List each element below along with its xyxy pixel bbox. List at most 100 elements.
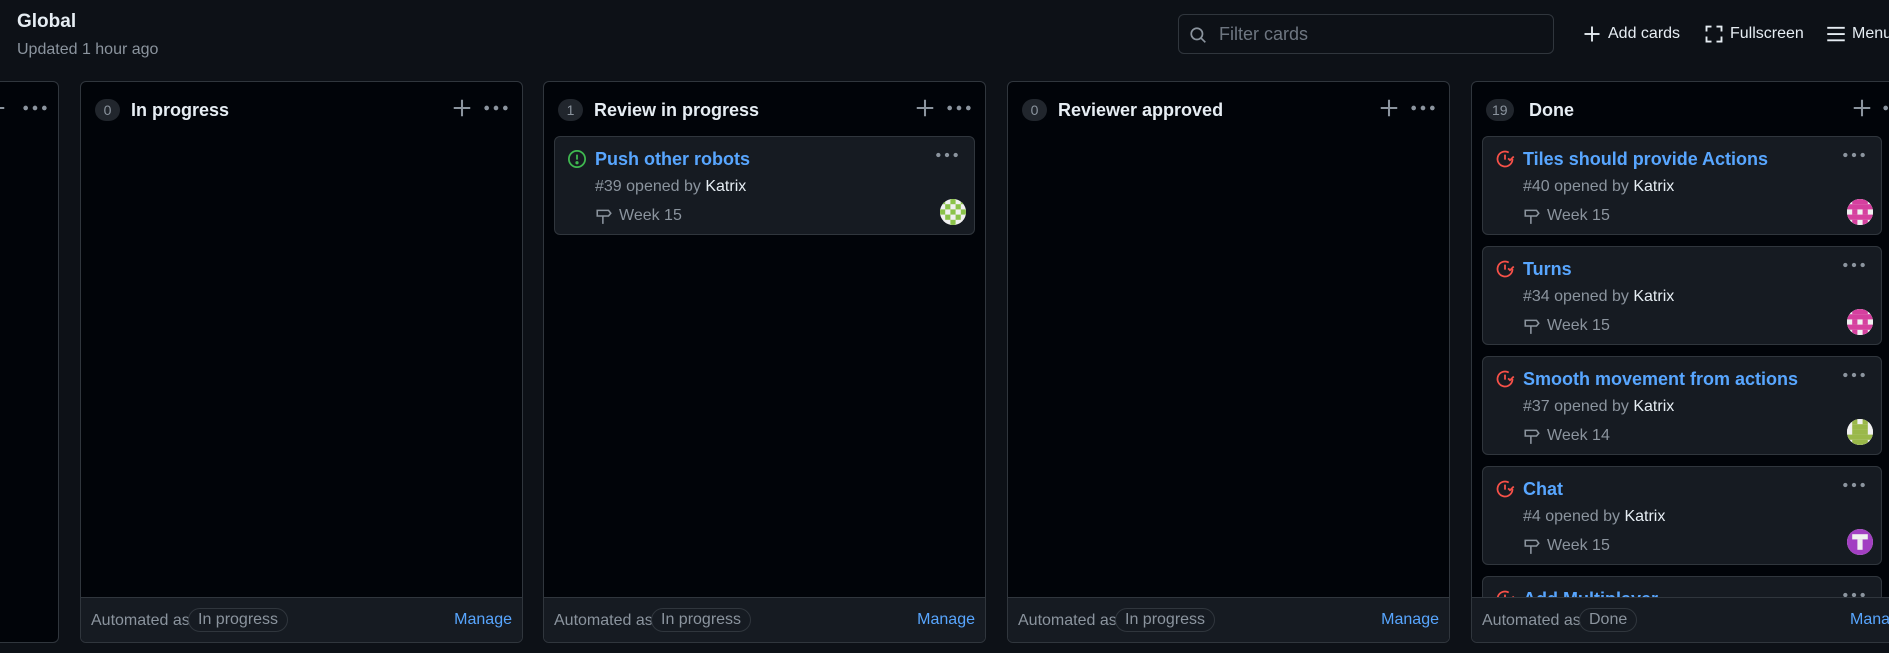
- milestone[interactable]: Week 15: [1523, 535, 1610, 557]
- more-options-icon[interactable]: [945, 97, 973, 119]
- column-title: Review in progress: [594, 100, 760, 120]
- card-meta: #40 opened by Katrix: [1523, 178, 1674, 196]
- automated-as-label: Automated as: [554, 612, 653, 629]
- add-cards-button[interactable]: Add cards: [1582, 22, 1680, 46]
- more-options-icon[interactable]: [1841, 145, 1867, 165]
- card-title-link[interactable]: Turns: [1523, 259, 1572, 280]
- more-options-icon[interactable]: [1841, 365, 1867, 385]
- more-options-icon[interactable]: [482, 97, 510, 119]
- card-meta: #34 opened by Katrix: [1523, 288, 1674, 306]
- milestone-label: Week 14: [1547, 427, 1610, 444]
- column-header: 19 Done: [1472, 82, 1889, 134]
- milestone-icon: [1524, 319, 1540, 334]
- fullscreen-button[interactable]: Fullscreen: [1704, 22, 1804, 46]
- menu-button[interactable]: Menu: [1826, 22, 1889, 46]
- card-title-link[interactable]: Push other robots: [595, 149, 750, 170]
- issue-card[interactable]: Chat #4 opened by Katrix Week 15: [1482, 466, 1882, 565]
- column-footer: Automated as Done Manage: [1472, 597, 1889, 642]
- milestone-icon: [596, 209, 612, 224]
- column-in-progress: 0 In progress Automated as In progress M…: [80, 81, 523, 643]
- plus-icon[interactable]: [914, 97, 936, 119]
- automated-as-label: Automated as: [91, 612, 190, 629]
- column-header: 0 Reviewer approved: [1008, 82, 1449, 134]
- plus-icon[interactable]: [0, 97, 7, 119]
- card-meta: #4 opened by Katrix: [1523, 508, 1665, 526]
- card-title-link[interactable]: Tiles should provide Actions: [1523, 149, 1768, 170]
- card-title-link[interactable]: Smooth movement from actions: [1523, 369, 1798, 390]
- card-meta: #37 opened by Katrix: [1523, 398, 1674, 416]
- issue-number: #37: [1523, 398, 1550, 415]
- filter-cards-input[interactable]: [1219, 21, 1539, 47]
- plus-icon[interactable]: [1851, 97, 1873, 119]
- avatar[interactable]: [1847, 419, 1873, 445]
- avatar[interactable]: [1847, 199, 1873, 225]
- issue-number: #40: [1523, 178, 1550, 195]
- milestone-icon: [1524, 209, 1540, 224]
- issue-number: #34: [1523, 288, 1550, 305]
- author-link[interactable]: Katrix: [1624, 508, 1665, 525]
- author-link[interactable]: Katrix: [1633, 288, 1674, 305]
- milestone-label: Week 15: [1547, 537, 1610, 554]
- column-partial-left: [0, 81, 59, 643]
- more-options-icon[interactable]: [1841, 475, 1867, 495]
- issue-number: #39: [595, 178, 622, 195]
- hamburger-icon: [1827, 26, 1845, 42]
- closed-issue-icon: [1496, 370, 1515, 388]
- author-link[interactable]: Katrix: [705, 178, 746, 195]
- author-link[interactable]: Katrix: [1633, 178, 1674, 195]
- plus-icon[interactable]: [1378, 97, 1400, 119]
- column-count-badge: 1: [558, 99, 583, 121]
- issue-number: #4: [1523, 508, 1541, 525]
- more-options-icon[interactable]: [1409, 97, 1437, 119]
- column-header: 1 Review in progress: [544, 82, 985, 134]
- avatar[interactable]: [1847, 529, 1873, 555]
- add-cards-label: Add cards: [1608, 25, 1681, 42]
- avatar[interactable]: [940, 199, 966, 225]
- manage-link[interactable]: Manage: [1381, 611, 1439, 629]
- column-footer: Automated as In progress Manage: [544, 597, 985, 642]
- milestone[interactable]: Week 15: [1523, 315, 1610, 337]
- milestone-label: Week 15: [1547, 317, 1610, 334]
- automation-badge: Done: [1579, 608, 1638, 632]
- column-header: 0 In progress: [81, 82, 522, 134]
- project-title: Global: [17, 11, 77, 32]
- project-header: Global Updated 1 hour ago Add cards Full…: [0, 0, 1889, 70]
- closed-issue-icon: [1496, 150, 1515, 168]
- issue-card[interactable]: Smooth movement from actions #37 opened …: [1482, 356, 1882, 455]
- column-reviewer-approved: 0 Reviewer approved Automated as In prog…: [1007, 81, 1450, 643]
- milestone-icon: [1524, 539, 1540, 554]
- milestone[interactable]: Week 15: [595, 205, 682, 227]
- opened-by-text: opened by: [1554, 288, 1629, 305]
- automation-badge: In progress: [651, 608, 752, 632]
- milestone[interactable]: Week 14: [1523, 425, 1610, 447]
- issue-card[interactable]: Tiles should provide Actions #40 opened …: [1482, 136, 1882, 235]
- manage-link[interactable]: Manage: [917, 611, 975, 629]
- more-options-icon[interactable]: [1841, 255, 1867, 275]
- manage-link[interactable]: Manage: [454, 611, 512, 629]
- filter-cards-box[interactable]: [1178, 14, 1554, 54]
- search-icon: [1190, 27, 1206, 43]
- closed-issue-icon: [1496, 260, 1515, 278]
- more-options-icon[interactable]: [1881, 97, 1889, 119]
- milestone-icon: [1524, 429, 1540, 444]
- manage-link[interactable]: Manage: [1850, 611, 1889, 629]
- milestone[interactable]: Week 15: [1523, 205, 1610, 227]
- column-title: Reviewer approved: [1058, 100, 1224, 120]
- fullscreen-label: Fullscreen: [1730, 25, 1804, 42]
- automation-badge: In progress: [1115, 608, 1216, 632]
- menu-label: Menu: [1852, 25, 1889, 42]
- column-review-in-progress: 1 Review in progress Push other robots #…: [543, 81, 986, 643]
- card-title-link[interactable]: Chat: [1523, 479, 1563, 500]
- column-title: Done: [1529, 100, 1574, 120]
- issue-card[interactable]: Turns #34 opened by Katrix Week 15: [1482, 246, 1882, 345]
- open-issue-icon: [568, 150, 586, 168]
- column-count-badge: 0: [1022, 99, 1047, 121]
- column-count-badge: 0: [95, 99, 120, 121]
- issue-card[interactable]: Push other robots #39 opened by Katrix W…: [554, 136, 975, 235]
- more-options-icon[interactable]: [934, 145, 960, 165]
- column-footer: Automated as In progress Manage: [1008, 597, 1449, 642]
- more-options-icon[interactable]: [21, 97, 49, 119]
- avatar[interactable]: [1847, 309, 1873, 335]
- plus-icon[interactable]: [451, 97, 473, 119]
- author-link[interactable]: Katrix: [1633, 398, 1674, 415]
